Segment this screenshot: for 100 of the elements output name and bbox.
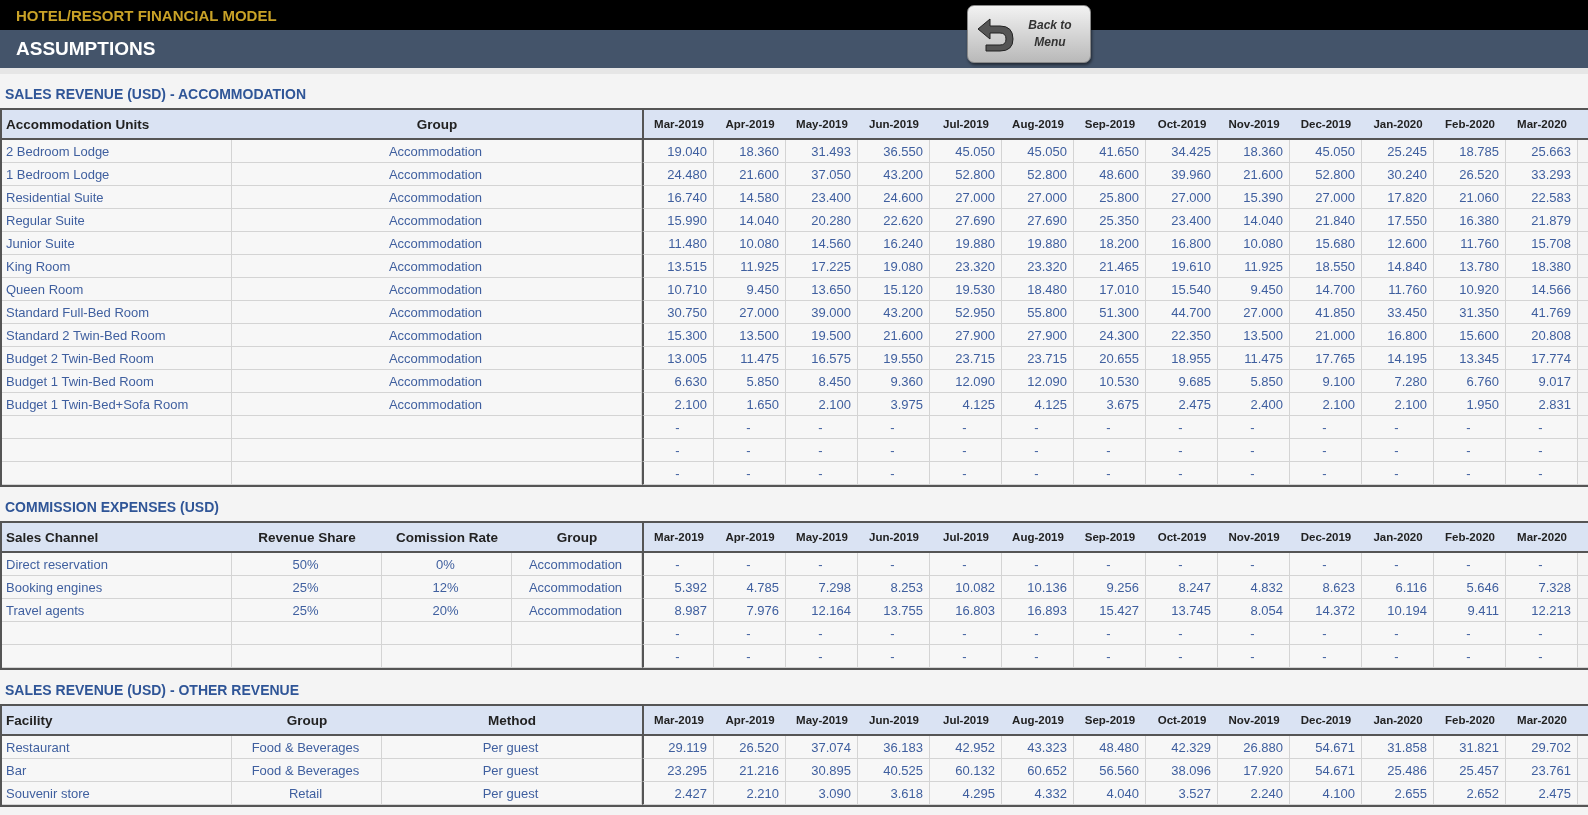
value-cell: 4.832 <box>1218 576 1290 599</box>
month-header: Aug-2019 <box>1002 110 1074 140</box>
app-title: HOTEL/RESORT FINANCIAL MODEL <box>16 6 277 24</box>
value-cell: 27.000 <box>1218 301 1290 324</box>
value-cell: 27.900 <box>1002 324 1074 347</box>
value-cell: 15.427 <box>1074 599 1146 622</box>
value-cell: 30.750 <box>642 301 714 324</box>
value-cell: 18.360 <box>1218 140 1290 163</box>
value-cell: - <box>930 645 1002 668</box>
value-cell: 40.525 <box>858 759 930 782</box>
table-cell: Per guest <box>382 782 642 805</box>
value-cell: 51.300 <box>1074 301 1146 324</box>
value-cell: - <box>858 416 930 439</box>
value-cell: - <box>1362 416 1434 439</box>
value-cell: - <box>642 645 714 668</box>
value-cell: 15.300 <box>642 324 714 347</box>
value-cell: 21.000 <box>1290 324 1362 347</box>
value-cell: 55.800 <box>1002 301 1074 324</box>
undo-arrow-icon <box>976 15 1016 53</box>
value-cell: 19.040 <box>642 140 714 163</box>
value-cell: 19.530 <box>930 278 1002 301</box>
value-cell: 60.652 <box>1002 759 1074 782</box>
value-cell: 11.760 <box>1362 278 1434 301</box>
value-cell: 5.850 <box>714 370 786 393</box>
value-cell: 13.755 <box>858 599 930 622</box>
value-cell: 23.400 <box>786 186 858 209</box>
value-cell: - <box>1434 416 1506 439</box>
value-cell: - <box>1506 462 1578 485</box>
table-cell: Per guest <box>382 759 642 782</box>
value-cell: 16.803 <box>930 599 1002 622</box>
table-cell: Budget 1 Twin-Bed+Sofa Room <box>2 393 232 416</box>
table-cell: Food & Beverages <box>232 736 382 759</box>
value-cell: 2.210 <box>714 782 786 805</box>
value-cell: 14.195 <box>1362 347 1434 370</box>
table-cell: Regular Suite <box>2 209 232 232</box>
value-cell: 18.550 <box>1290 255 1362 278</box>
value-cell: 42.952 <box>930 736 1002 759</box>
value-cell: 31.821 <box>1434 736 1506 759</box>
value-cell: - <box>1290 416 1362 439</box>
value-cell: 19.500 <box>786 324 858 347</box>
value-cell: 10.710 <box>642 278 714 301</box>
value-cell: 41.850 <box>1290 301 1362 324</box>
value-cell: 43.200 <box>858 301 930 324</box>
table-cell: King Room <box>2 255 232 278</box>
value-cell: - <box>1146 553 1218 576</box>
month-header: May-2019 <box>786 706 858 736</box>
value-cell: - <box>1002 553 1074 576</box>
value-cell: 23.320 <box>1002 255 1074 278</box>
value-cell: 30.240 <box>1362 163 1434 186</box>
value-cell: 14.700 <box>1290 278 1362 301</box>
value-cell: 23.715 <box>1002 347 1074 370</box>
back-to-menu-button[interactable]: Back to Menu <box>967 5 1091 63</box>
value-cell: 10.080 <box>714 232 786 255</box>
value-cell: - <box>858 553 930 576</box>
section-title: SALES REVENUE (USD) - ACCOMMODATION <box>4 86 307 104</box>
table-cell: Accommodation <box>232 278 642 301</box>
value-cell: 10.080 <box>1218 232 1290 255</box>
value-cell: 22.350 <box>1146 324 1218 347</box>
value-cell: - <box>1218 645 1290 668</box>
value-cell: 20.655 <box>1074 347 1146 370</box>
value-cell: 2.652 <box>1434 782 1506 805</box>
value-cell: 31.493 <box>786 140 858 163</box>
month-header: Oct-2019 <box>1146 110 1218 140</box>
value-cell: 1.950 <box>1434 393 1506 416</box>
value-cell: 27.000 <box>714 301 786 324</box>
value-cell: 19.550 <box>858 347 930 370</box>
value-cell: 9.360 <box>858 370 930 393</box>
value-cell: 33.450 <box>1362 301 1434 324</box>
value-cell: - <box>1218 553 1290 576</box>
month-header: Jan-2020 <box>1362 110 1434 140</box>
value-cell: 10.530 <box>1074 370 1146 393</box>
value-cell: 25.800 <box>1074 186 1146 209</box>
value-cell: 2.831 <box>1506 393 1578 416</box>
value-cell: - <box>1002 622 1074 645</box>
value-cell: 21.216 <box>714 759 786 782</box>
value-cell: 12.164 <box>786 599 858 622</box>
value-cell: 5.850 <box>1218 370 1290 393</box>
table-cell: Accommodation <box>232 232 642 255</box>
value-cell: 43.200 <box>858 163 930 186</box>
value-cell: 36.183 <box>858 736 930 759</box>
value-cell: - <box>1002 645 1074 668</box>
value-cell: 2.100 <box>1290 393 1362 416</box>
value-cell: 31.350 <box>1434 301 1506 324</box>
value-cell: 9.411 <box>1434 599 1506 622</box>
value-cell: 7.328 <box>1506 576 1578 599</box>
value-cell: 13.515 <box>642 255 714 278</box>
value-cell: - <box>1434 553 1506 576</box>
value-cell: 54.671 <box>1290 759 1362 782</box>
value-cell: - <box>1434 622 1506 645</box>
table-cell: Travel agents <box>2 599 232 622</box>
value-cell: 16.240 <box>858 232 930 255</box>
value-cell: - <box>1074 553 1146 576</box>
value-cell: 42.329 <box>1146 736 1218 759</box>
value-cell: 8.987 <box>642 599 714 622</box>
sheet-title: ASSUMPTIONS <box>16 38 156 60</box>
table-cell: Accommodation <box>512 553 642 576</box>
month-header: Jan-2020 <box>1362 706 1434 736</box>
table-cell: 12% <box>382 576 512 599</box>
month-header: Aug-2019 <box>1002 706 1074 736</box>
value-cell: - <box>930 462 1002 485</box>
